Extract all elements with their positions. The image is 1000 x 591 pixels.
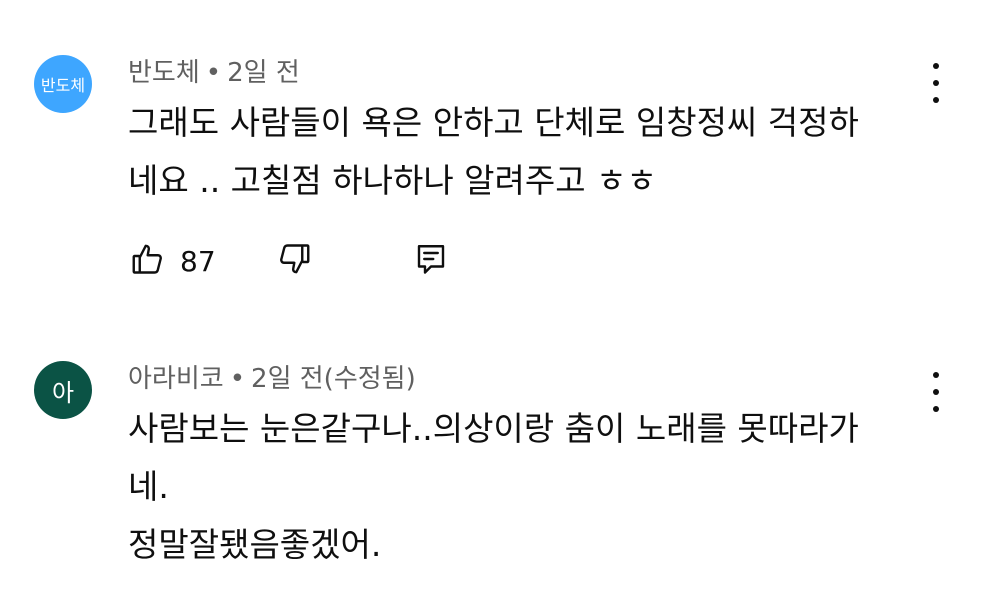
avatar[interactable]: 아 xyxy=(34,361,92,419)
author-name[interactable]: 반도체 xyxy=(128,58,200,88)
comment-text-line: 정말잘됐음좋겠어. xyxy=(128,525,382,564)
like-count: 87 xyxy=(180,244,216,278)
comment-text-line: 네. xyxy=(128,467,169,506)
meta-separator: • xyxy=(229,364,246,394)
reply-button[interactable] xyxy=(413,241,449,281)
comment-time: 2일 전 xyxy=(227,58,300,88)
meta-separator: • xyxy=(205,58,222,88)
comment-text: 사람보는 눈은같구나..의상이랑 춤이 노래를 못따라가 네. 정말잘됐음좋겠어… xyxy=(128,400,928,574)
comment-text-line: 사람보는 눈은같구나..의상이랑 춤이 노래를 못따라가 xyxy=(128,409,859,448)
avatar[interactable]: 반도체 xyxy=(34,55,92,113)
comment-time: 2일 전(수정됨) xyxy=(251,364,416,394)
comment-text: 그래도 사람들이 욕은 안하고 단체로 임창정씨 걱정하 네요 .. 고칠점 하… xyxy=(128,94,928,210)
reply-icon xyxy=(413,241,449,281)
thumbs-up-icon xyxy=(130,241,166,281)
like-button[interactable]: 87 xyxy=(130,241,216,281)
author-name[interactable]: 아라비코 xyxy=(128,364,224,394)
thumbs-down-icon xyxy=(276,241,312,281)
dislike-button[interactable] xyxy=(276,241,312,281)
comment-actions: 87 xyxy=(128,241,468,281)
comment-meta: 반도체 • 2일 전 xyxy=(128,52,300,89)
comment-meta: 아라비코 • 2일 전(수정됨) xyxy=(128,358,416,395)
avatar-initials: 반도체 xyxy=(40,76,86,95)
comment-text-line: 그래도 사람들이 욕은 안하고 단체로 임창정씨 걱정하 xyxy=(128,103,859,142)
comment-text-line: 네요 .. 고칠점 하나하나 알려주고 ㅎㅎ xyxy=(128,161,657,200)
avatar-initials: 아 xyxy=(51,378,75,407)
